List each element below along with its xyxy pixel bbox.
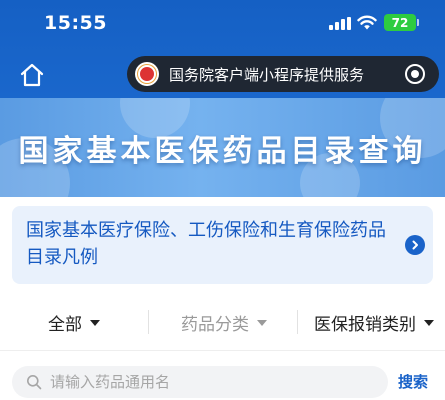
filter-reimbursement-type[interactable]: 医保报销类别 — [314, 310, 434, 335]
gov-client-logo — [135, 62, 159, 86]
filter-all-label: 全部 — [48, 315, 82, 335]
capsule-text: 国务院客户端小程序提供服务 — [169, 65, 365, 84]
banner: 国家基本医保药品目录查询 — [0, 98, 445, 197]
wifi-icon — [357, 15, 377, 30]
caret-down-icon — [257, 319, 267, 326]
divider — [148, 310, 149, 334]
filter-bar: 全部 药品分类 医保报销类别 — [0, 300, 445, 344]
banner-title: 国家基本医保药品目录查询 — [18, 134, 427, 169]
notice-card[interactable]: 国家基本医疗保险、工伤保险和生育保险药品目录凡例 — [12, 206, 433, 284]
search-box[interactable] — [12, 366, 388, 398]
caret-down-icon — [90, 319, 100, 326]
cellular-signal-icon — [329, 17, 351, 30]
filter-drug-category[interactable]: 药品分类 — [181, 310, 267, 335]
search-icon — [27, 375, 42, 390]
status-time: 15:55 — [44, 12, 107, 34]
caret-down-icon — [424, 319, 434, 326]
filter-drug-category-label: 药品分类 — [181, 315, 249, 335]
filter-reimbursement-type-label: 医保报销类别 — [314, 315, 416, 335]
battery-indicator: 72 — [384, 14, 419, 31]
mini-program-capsule[interactable]: 国务院客户端小程序提供服务 — [127, 56, 439, 92]
battery-level: 72 — [391, 15, 409, 30]
divider — [297, 310, 298, 334]
filter-all[interactable]: 全部 — [48, 310, 100, 335]
search-button[interactable]: 搜索 — [398, 371, 428, 392]
top-bar: 15:55 72 国务院客户端小程序提供服务 — [0, 0, 445, 98]
home-icon[interactable] — [19, 62, 45, 88]
divider — [0, 350, 445, 351]
chevron-right-icon — [405, 235, 425, 255]
notice-text: 国家基本医疗保险、工伤保险和生育保险药品目录凡例 — [26, 220, 386, 268]
search-input[interactable] — [50, 373, 370, 391]
record-icon[interactable] — [405, 64, 425, 84]
